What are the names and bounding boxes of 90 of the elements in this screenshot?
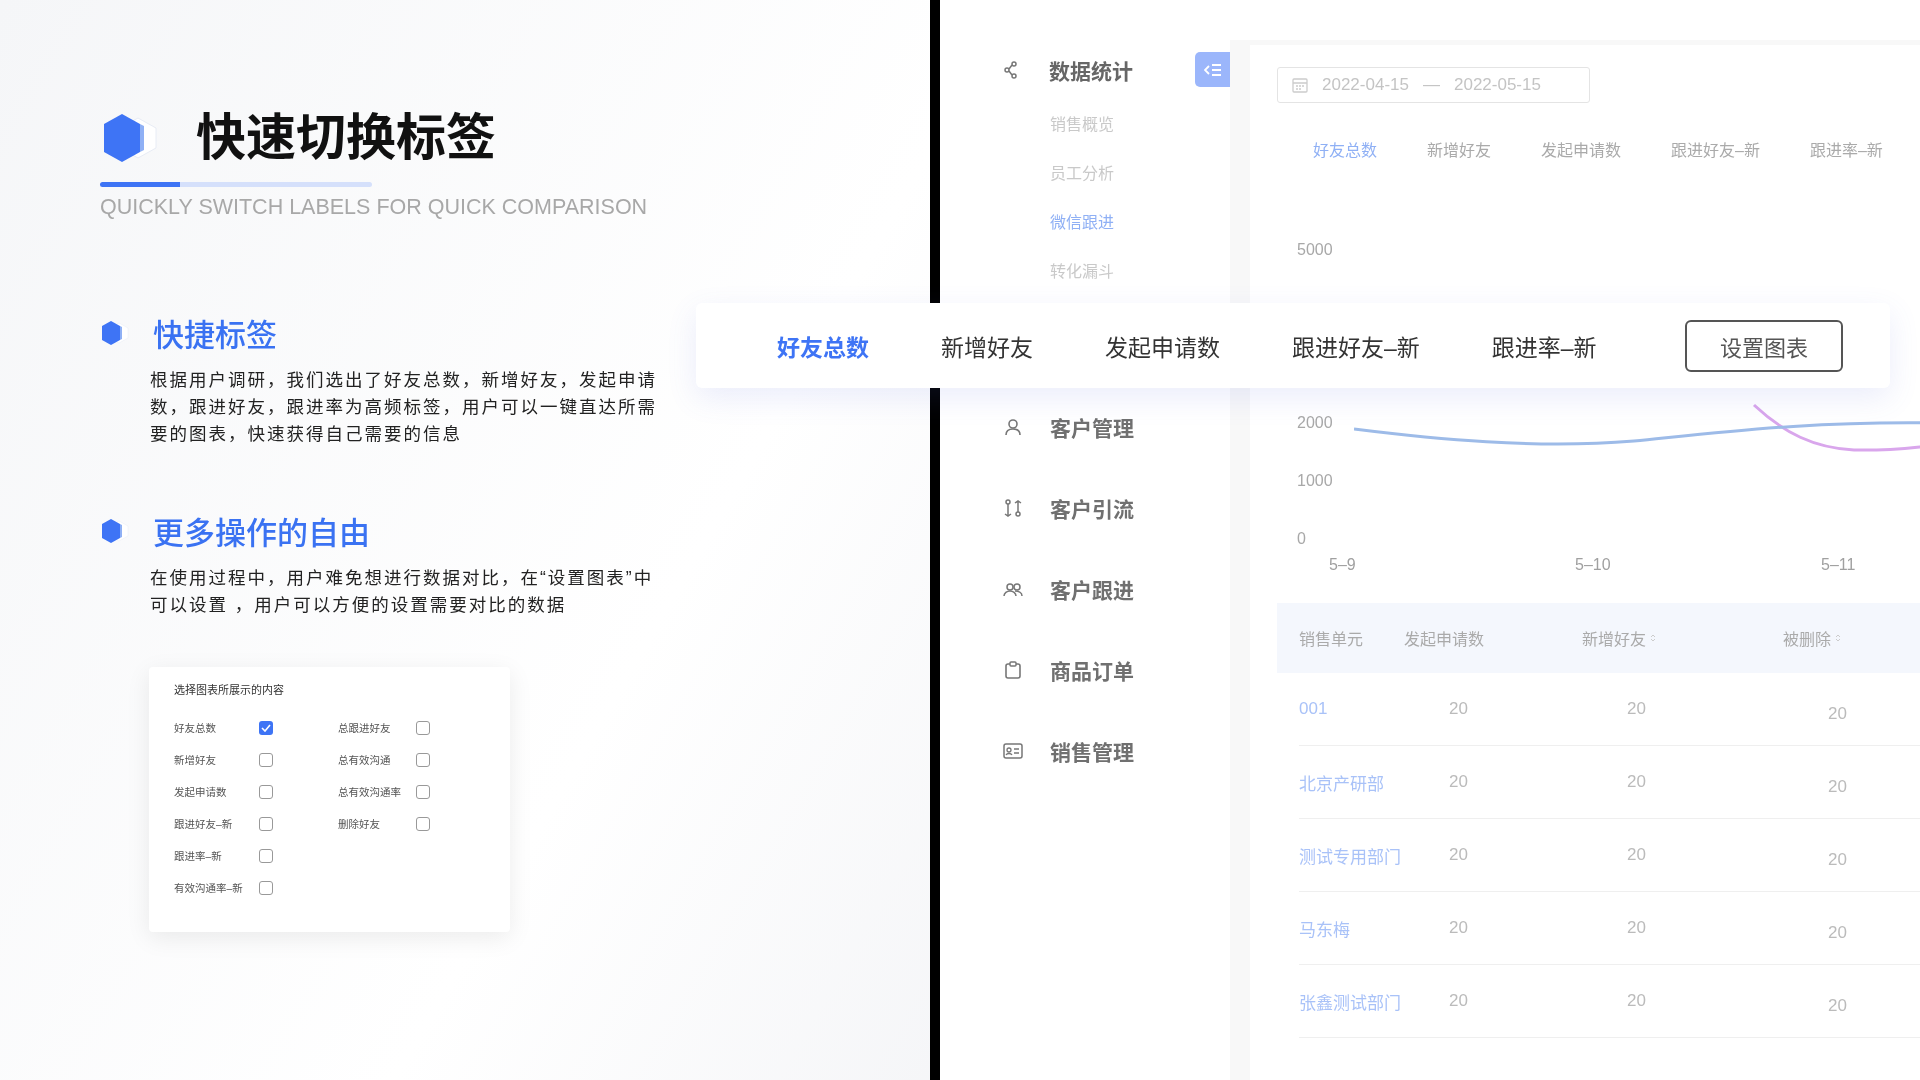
table-cell-text: 20: [1627, 699, 1647, 719]
checkbox-label: 跟进好友–新: [174, 817, 233, 831]
chart-tab[interactable]: 跟进好友–新: [1671, 137, 1760, 161]
checkbox[interactable]: [259, 881, 273, 895]
quick-tab[interactable]: 好友总数: [777, 328, 869, 363]
checkbox-label: 好友总数: [174, 721, 216, 735]
chart-tab[interactable]: 跟进率–新: [1809, 137, 1883, 161]
checkbox-label: 总跟进好友: [338, 721, 391, 735]
checkbox[interactable]: [259, 849, 273, 863]
page-subtitle: QUICKLY SWITCH LABELS FOR QUICK COMPARISON: [100, 195, 649, 220]
quick-tab[interactable]: 新增好友: [941, 328, 1033, 363]
table-cell-text: 20: [1449, 845, 1469, 865]
table-cell-text: 20: [1828, 776, 1848, 797]
y-axis-label: 1000: [1297, 472, 1333, 491]
sort-icon: [1835, 633, 1841, 643]
checkbox-label: 新增好友: [174, 753, 216, 767]
date-separator: —: [1422, 75, 1440, 95]
sidebar-heading[interactable]: 数据统计: [1049, 55, 1133, 85]
unit-link[interactable]: 马东梅: [1299, 915, 1449, 941]
section-text: 在使用过程中，用户难免想进行数据对比，在“设置图表”中可以设置 ，用户可以方便的设置需要对比的数据: [150, 567, 655, 617]
table-cell-text: 20: [1449, 699, 1469, 719]
table-cell-text: 20: [1449, 991, 1469, 1011]
table-cell-text: 20: [1828, 922, 1848, 943]
y-axis-label: 5000: [1297, 241, 1333, 259]
column-header: 发起申请数: [1404, 630, 1485, 650]
x-axis-label: 5–11: [1821, 556, 1856, 574]
checkbox[interactable]: [416, 817, 430, 831]
collapse-menu-icon: [1203, 62, 1222, 77]
checkbox-label: 删除好友: [338, 817, 380, 831]
checkbox[interactable]: [259, 817, 273, 831]
sidebar-subitem[interactable]: 微信跟进: [1050, 196, 1230, 245]
column-header[interactable]: 新增好友: [1582, 626, 1783, 650]
chart-settings-button[interactable]: 设置图表: [1685, 319, 1843, 372]
date-start: 2022-04-15: [1322, 75, 1409, 95]
x-axis-label: 5–9: [1329, 556, 1356, 574]
unit-link[interactable]: 001: [1299, 699, 1449, 719]
sort-icon: [1650, 633, 1656, 643]
checkbox[interactable]: [416, 753, 430, 767]
unit-link[interactable]: 北京产研部: [1299, 769, 1449, 795]
table-cell-text: 20: [1627, 772, 1647, 792]
section-title: 更多操作的自由: [153, 515, 370, 553]
section-text: 根据用户调研，我们选出了好友总数，新增好友，发起申请数，跟进好友，跟进率为高频标签，用户可以一键直达所需要的图表，快速获得自己需要的信息: [150, 369, 658, 446]
clipboard-icon: [1003, 659, 1023, 680]
checkbox-label: 总有效沟通率: [338, 785, 401, 799]
chart-tab[interactable]: 新增好友: [1427, 137, 1492, 161]
checkbox[interactable]: [259, 753, 273, 767]
table-cell-text: 20: [1627, 845, 1647, 865]
table-cell-text: 20: [1449, 772, 1469, 792]
checkbox[interactable]: [416, 785, 430, 799]
id-card-icon: [1003, 740, 1023, 761]
person-icon: [1003, 416, 1023, 437]
date-range-field[interactable]: 2022-04-15 — 2022-05-15: [1277, 67, 1590, 103]
checkbox-label: 发起申请数: [174, 785, 227, 799]
x-axis-label: 5–10: [1575, 556, 1611, 574]
chart-tab[interactable]: 好友总数: [1313, 137, 1377, 161]
checkbox[interactable]: [259, 721, 273, 735]
sidebar-item[interactable]: 客户跟进: [1050, 573, 1134, 604]
column-header[interactable]: 被删除: [1783, 626, 1920, 650]
table-cell-text: 20: [1627, 918, 1647, 938]
date-end: 2022-05-15: [1453, 75, 1541, 95]
table-cell-text: 20: [1828, 995, 1848, 1016]
table-cell-text: 20: [1828, 849, 1848, 870]
section-title: 快捷标签: [153, 317, 277, 355]
quick-tab[interactable]: 跟进好友–新: [1292, 328, 1420, 363]
branch-icon: [1003, 497, 1023, 518]
calendar-icon: [1292, 77, 1308, 93]
table-cell-text: 20: [1627, 991, 1647, 1011]
table-cell-text: 20: [1828, 703, 1848, 724]
sidebar-item[interactable]: 销售管理: [1050, 735, 1134, 766]
card-title: 选择图表所展示的内容: [174, 682, 285, 697]
unit-link[interactable]: 测试专用部门: [1299, 842, 1449, 868]
sidebar-item[interactable]: 客户引流: [1050, 492, 1134, 523]
column-header: 销售单元: [1299, 630, 1364, 650]
y-axis-label: 2000: [1297, 414, 1333, 433]
checkbox-label: 总有效沟通: [338, 753, 391, 767]
quick-tab[interactable]: 跟进率–新: [1491, 328, 1597, 363]
chart-tab[interactable]: 发起申请数: [1541, 137, 1622, 161]
checkbox[interactable]: [416, 721, 430, 735]
unit-link[interactable]: 张鑫测试部门: [1299, 988, 1449, 1014]
share-icon: [1003, 61, 1019, 79]
quick-tab[interactable]: 发起申请数: [1105, 328, 1220, 363]
checkbox[interactable]: [259, 785, 273, 799]
checkbox-label: 有效沟通率–新: [174, 881, 243, 895]
y-axis-label: 0: [1297, 530, 1306, 548]
checkbox-label: 跟进率–新: [174, 849, 222, 863]
sidebar-item[interactable]: 客户管理: [1050, 411, 1134, 442]
table-cell-text: 20: [1449, 918, 1469, 938]
sidebar-item[interactable]: 商品订单: [1050, 654, 1134, 685]
page-title: 快速切换标签: [196, 109, 496, 168]
collapse-button[interactable]: [1195, 52, 1230, 87]
